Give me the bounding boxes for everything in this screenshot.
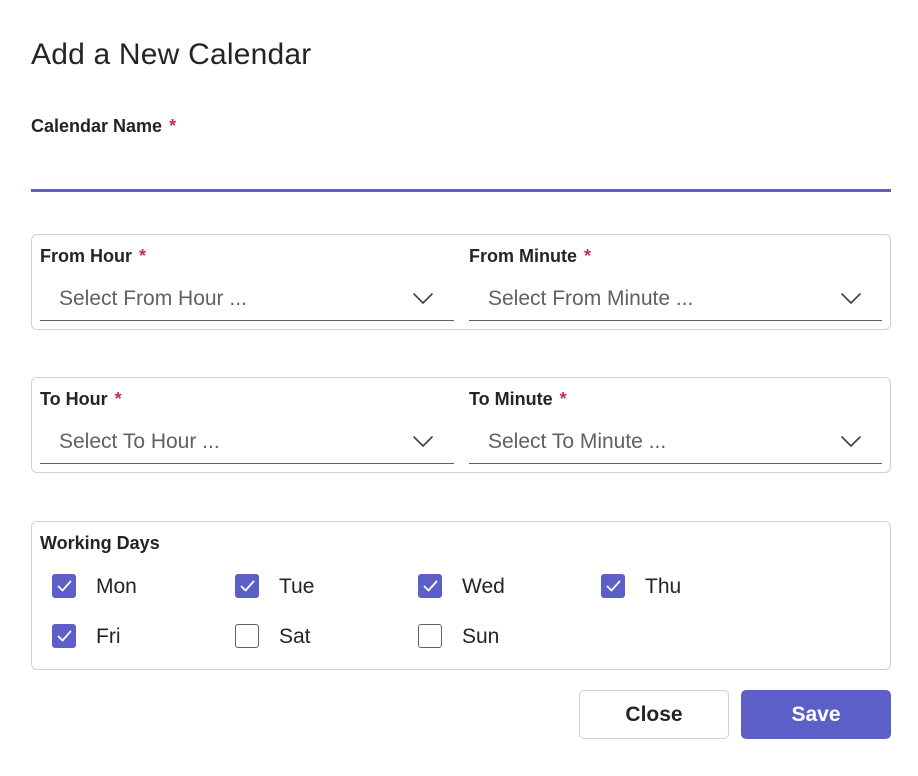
- from-time-group: From Hour * Select From Hour ... From Min…: [31, 234, 891, 330]
- required-marker: *: [169, 116, 177, 136]
- from-hour-dropdown[interactable]: Select From Hour ...: [40, 279, 454, 321]
- to-time-group: To Hour * Select To Hour ... To Minute * S…: [31, 377, 891, 473]
- day-label: Tue: [279, 575, 315, 598]
- from-hour-label: From Hour *: [40, 246, 146, 267]
- checkmark-icon: [240, 580, 255, 592]
- calendar-name-input[interactable]: [31, 150, 891, 192]
- day-label: Sat: [279, 625, 311, 648]
- checkbox[interactable]: [418, 624, 442, 648]
- checkmark-icon: [606, 580, 621, 592]
- to-hour-label-text: To Hour: [40, 389, 108, 409]
- to-minute-label: To Minute *: [469, 389, 567, 410]
- from-minute-label: From Minute *: [469, 246, 591, 267]
- day-label: Thu: [645, 575, 682, 598]
- calendar-name-label-text: Calendar Name: [31, 116, 163, 136]
- checkbox[interactable]: [235, 624, 259, 648]
- close-button[interactable]: Close: [579, 690, 729, 739]
- checkbox[interactable]: [235, 574, 259, 598]
- required-marker: *: [559, 389, 567, 409]
- checkmark-icon: [57, 630, 72, 642]
- chevron-down-icon: [413, 293, 433, 304]
- checkmark-icon: [423, 580, 438, 592]
- checkbox[interactable]: [52, 574, 76, 598]
- working-days-group: Working Days Mon Tue Wed Thu Fri Sat Sun: [31, 521, 891, 670]
- to-hour-placeholder: Select To Hour ...: [59, 430, 220, 453]
- checkbox[interactable]: [601, 574, 625, 598]
- chevron-down-icon: [841, 293, 861, 304]
- add-calendar-dialog: Add a New Calendar Calendar Name * From H…: [0, 0, 918, 776]
- from-minute-label-text: From Minute: [469, 246, 577, 266]
- chevron-down-icon: [841, 436, 861, 447]
- dialog-title: Add a New Calendar: [31, 38, 312, 71]
- from-hour-label-text: From Hour: [40, 246, 132, 266]
- day-label: Wed: [462, 575, 505, 598]
- checkbox[interactable]: [418, 574, 442, 598]
- from-minute-dropdown[interactable]: Select From Minute ...: [469, 279, 882, 321]
- from-hour-placeholder: Select From Hour ...: [59, 287, 247, 310]
- to-minute-placeholder: Select To Minute ...: [488, 430, 667, 453]
- working-days-label: Working Days: [40, 533, 160, 553]
- to-minute-label-text: To Minute: [469, 389, 553, 409]
- day-label: Fri: [96, 625, 121, 648]
- chevron-down-icon: [413, 436, 433, 447]
- day-label: Mon: [96, 575, 137, 598]
- required-marker: *: [139, 246, 147, 266]
- to-hour-dropdown[interactable]: Select To Hour ...: [40, 422, 454, 464]
- calendar-name-label: Calendar Name *: [31, 116, 176, 137]
- checkmark-icon: [57, 580, 72, 592]
- to-hour-label: To Hour *: [40, 389, 122, 410]
- from-minute-placeholder: Select From Minute ...: [488, 287, 694, 310]
- to-minute-dropdown[interactable]: Select To Minute ...: [469, 422, 882, 464]
- required-marker: *: [114, 389, 122, 409]
- required-marker: *: [584, 246, 592, 266]
- day-label: Sun: [462, 625, 500, 648]
- save-button[interactable]: Save: [741, 690, 891, 739]
- checkbox[interactable]: [52, 624, 76, 648]
